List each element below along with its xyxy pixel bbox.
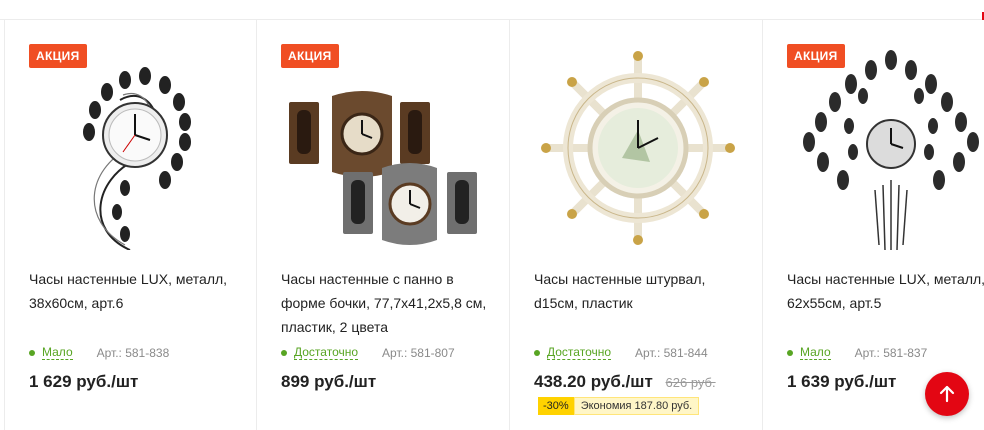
product-meta: Мало Арт.: 581-837 [787,345,927,360]
product-title[interactable]: Часы настенные с панно в форме бочки, 77… [281,267,491,339]
product-price: 1 629 руб./шт [29,372,138,392]
discount-info: -30% Экономия 187.80 руб. [538,397,700,415]
arrow-up-icon [939,385,955,403]
product-title[interactable]: Часы настенные штурвал, d15см, пластик [534,267,744,315]
stock-status[interactable]: Достаточно [547,345,612,360]
product-meta: Мало Арт.: 581-838 [29,345,169,360]
scroll-to-top-button[interactable] [925,372,969,416]
product-price: 438.20 руб./шт 626 руб. [534,372,716,392]
price-value: 438.20 руб./шт [534,372,653,391]
product-meta: Достаточно Арт.: 581-807 [281,345,455,360]
dot-icon [29,349,35,356]
product-card[interactable]: АКЦИЯ Часы настенные с панно в форме боч… [257,20,510,430]
product-title[interactable]: Часы настенные LUX, металл, 38х60см, арт… [29,267,239,315]
article-number: Арт.: 581-838 [96,345,170,360]
product-image[interactable] [530,40,743,250]
promo-badge: АКЦИЯ [281,44,339,68]
dot-icon [281,349,287,356]
savings-text: Экономия 187.80 руб. [573,397,700,415]
price-value: 899 руб./шт [281,372,377,391]
product-title[interactable]: Часы настенные LUX, металл, 62х55см, арт… [787,267,984,315]
promo-badge: АКЦИЯ [29,44,87,68]
product-card[interactable]: Часы настенные штурвал, d15см, пластик Д… [510,20,763,430]
dot-icon [534,349,540,356]
product-card[interactable]: АКЦИЯ Часы настенные LUX, металл, 62х55с… [763,20,984,430]
product-meta: Достаточно Арт.: 581-844 [534,345,708,360]
stock-status[interactable]: Достаточно [294,345,359,360]
stock-status[interactable]: Мало [800,345,831,360]
price-value: 1 629 руб./шт [29,372,139,391]
stock-status[interactable]: Мало [42,345,73,360]
top-divider [0,0,984,20]
promo-badge: АКЦИЯ [787,44,845,68]
discount-percent: -30% [538,397,574,415]
product-card[interactable]: АКЦИЯ Часы настенные LUX, металл, 38х60с… [4,20,257,430]
product-image[interactable] [25,40,238,251]
dot-icon [787,349,793,356]
product-grid: АКЦИЯ Часы настенные LUX, металл, 38х60с… [4,20,984,430]
product-image[interactable] [277,40,490,250]
old-price: 626 руб. [665,375,716,390]
article-number: Арт.: 581-837 [854,345,928,360]
article-number: Арт.: 581-807 [382,345,455,360]
product-price: 899 руб./шт [281,372,376,392]
price-value: 1 639 руб./шт [787,372,897,391]
article-number: Арт.: 581-844 [635,345,708,360]
product-image[interactable] [783,40,984,251]
product-price: 1 639 руб./шт [787,372,896,392]
